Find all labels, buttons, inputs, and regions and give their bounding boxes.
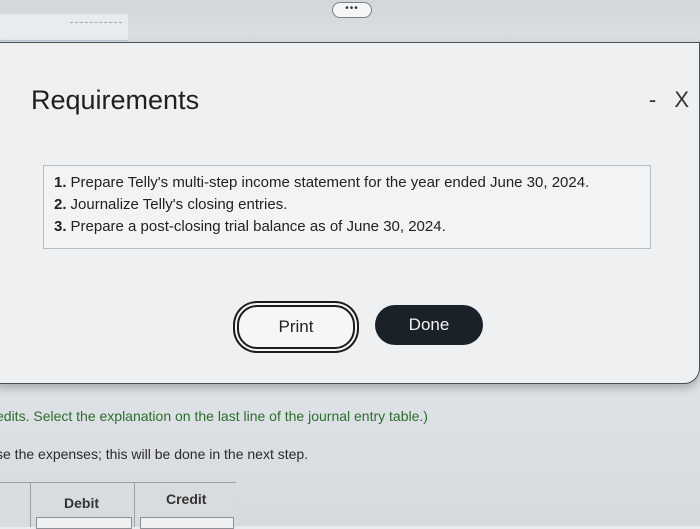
requirements-dialog: Requirements - X 1. Prepare Telly's multi… [0,42,700,384]
requirements-box: 1. Prepare Telly's multi-step income stat… [43,165,651,249]
top-tab[interactable] [0,14,128,41]
requirement-number: 2. [54,196,67,213]
debit-input[interactable] [36,517,132,529]
requirement-text: Prepare a post-closing trial balance as … [70,218,446,235]
requirement-number: 1. [54,174,67,191]
credit-input[interactable] [140,517,234,529]
account-column [0,483,31,527]
credit-header: Credit [166,491,207,507]
close-button[interactable]: X [674,87,689,113]
overflow-menu-button[interactable]: ••• [332,2,372,18]
requirement-item: 2. Journalize Telly's closing entries. [54,194,589,216]
print-button[interactable]: Print [237,305,355,349]
window-controls: - X [637,87,689,113]
done-button[interactable]: Done [375,305,483,345]
minimize-button[interactable]: - [649,87,656,113]
requirement-text: Journalize Telly's closing entries. [70,196,288,213]
instruction-text-2: se the expenses; this will be done in th… [0,446,309,462]
debit-header: Debit [64,495,99,511]
instruction-text-1: edits. Select the explanation on the las… [0,408,428,424]
requirement-item: 1. Prepare Telly's multi-step income stat… [54,172,589,194]
dialog-title: Requirements [31,85,200,115]
tab-dash [70,22,122,23]
requirement-item: 3. Prepare a post-closing trial balance a… [54,216,589,238]
journal-entry-table: Debit Credit [0,482,236,529]
requirement-text: Prepare Telly's multi-step income statem… [70,174,590,191]
requirement-number: 3. [54,218,67,235]
requirements-list: 1. Prepare Telly's multi-step income stat… [54,172,589,238]
